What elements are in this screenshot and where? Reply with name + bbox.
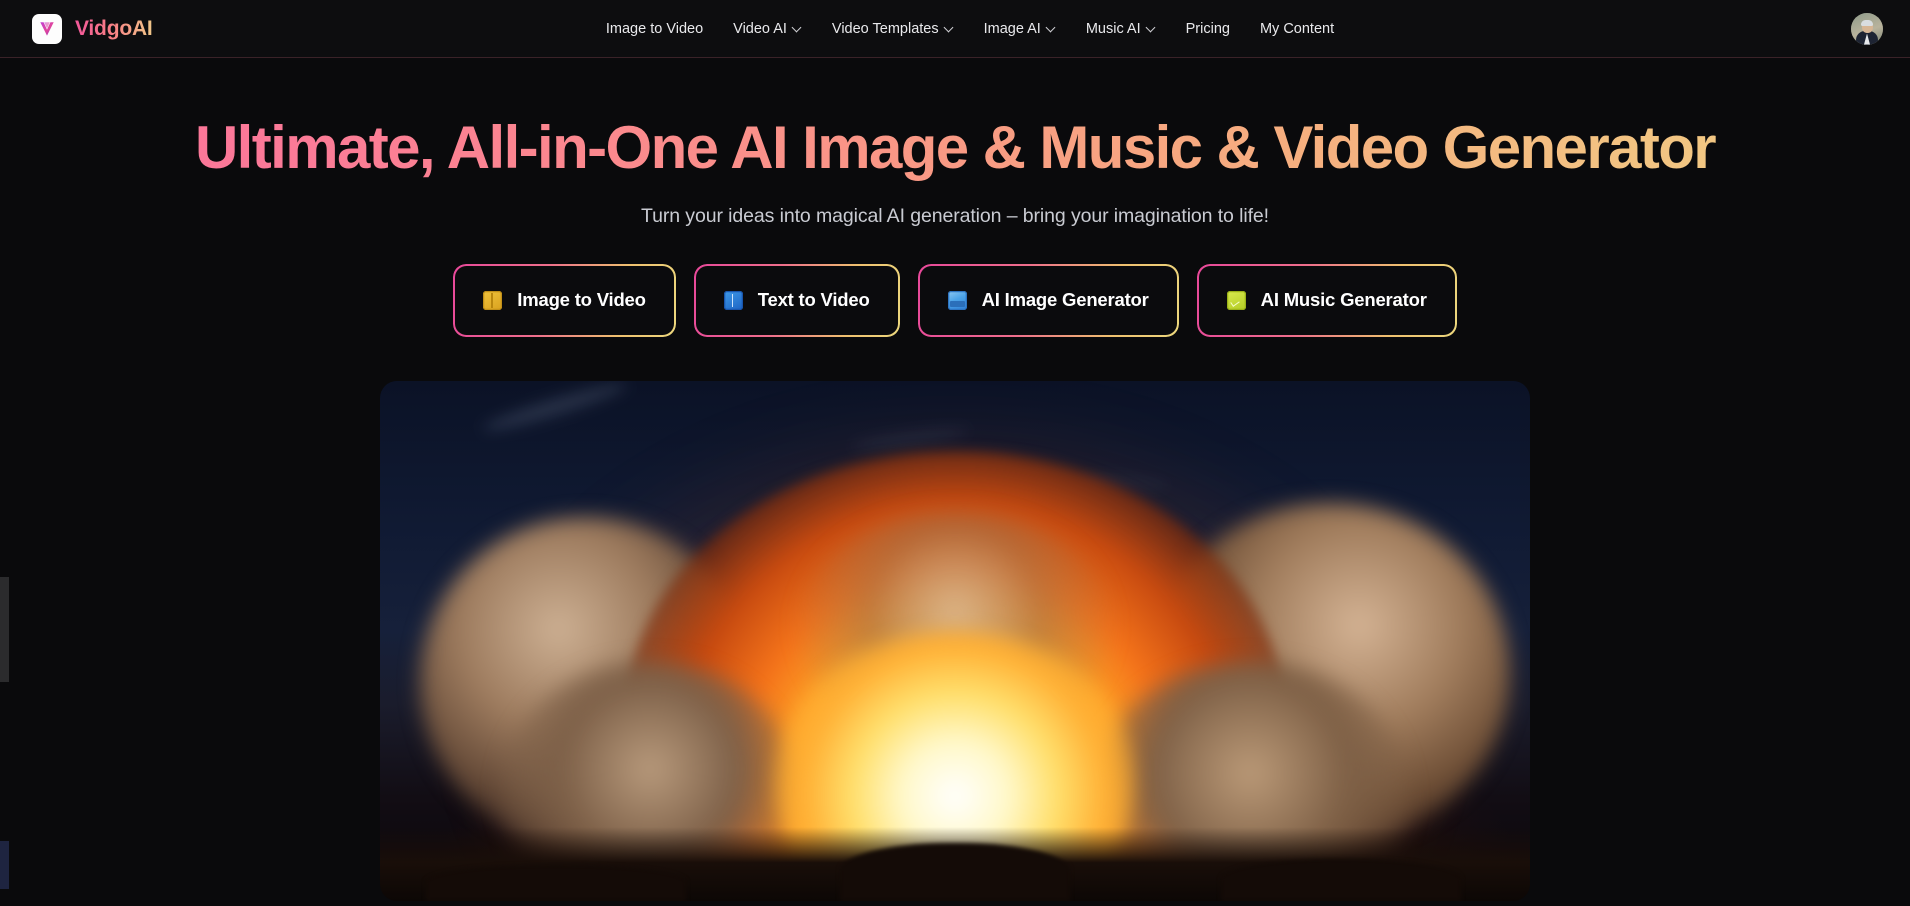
cta-label: Text to Video	[757, 289, 870, 311]
left-edge-panel-sliver-bottom	[0, 841, 9, 889]
chevron-down-icon	[1047, 23, 1056, 32]
v-logo-icon	[32, 13, 62, 44]
top-navigation-bar: VidgoAI Image to Video Video AI Video Te…	[0, 0, 1910, 58]
nav-item-image-ai[interactable]: Image AI	[984, 21, 1056, 37]
picture-frame-icon	[483, 290, 503, 310]
ridge-rock	[1221, 858, 1461, 901]
chevron-down-icon	[793, 23, 802, 32]
cta-image-to-video-button[interactable]: Image to Video	[453, 263, 676, 337]
nav-item-label: My Content	[1259, 20, 1335, 37]
nav-item-my-content[interactable]: My Content	[1260, 21, 1334, 37]
chevron-down-icon	[945, 23, 954, 32]
cta-text-to-video-button[interactable]: Text to Video	[693, 263, 900, 337]
nav-item-label: Pricing	[1185, 20, 1230, 37]
music-generator-icon	[1226, 290, 1246, 310]
nav-item-music-ai[interactable]: Music AI	[1086, 21, 1156, 37]
chevron-down-icon	[1147, 23, 1156, 32]
nav-item-label: Video Templates	[831, 20, 939, 37]
user-avatar[interactable]	[1851, 12, 1883, 45]
cta-label: Image to Video	[517, 289, 646, 311]
nav-item-label: Video AI	[733, 20, 787, 37]
nav-links: Image to Video Video AI Video Templates …	[576, 21, 1334, 37]
cta-button-row: Image to Video Text to Video AI Image Ge…	[0, 263, 1910, 337]
image-generator-icon	[947, 290, 967, 310]
nav-item-label: Image to Video	[605, 20, 704, 37]
page-title: Ultimate, All-in-One AI Image & Music & …	[0, 115, 1910, 181]
nav-item-label: Music AI	[1085, 20, 1141, 37]
ground-ridge	[380, 826, 1530, 901]
cta-ai-music-generator-button[interactable]: AI Music Generator	[1196, 263, 1457, 337]
nav-item-video-ai[interactable]: Video AI	[733, 21, 802, 37]
ridge-rock	[840, 842, 1070, 901]
nav-item-video-templates[interactable]: Video Templates	[832, 21, 954, 37]
nav-item-label: Image AI	[983, 20, 1041, 37]
hero-subtitle: Turn your ideas into magical AI generati…	[641, 204, 1269, 227]
hero-video-preview[interactable]	[380, 380, 1530, 901]
hero-section: Ultimate, All-in-One AI Image & Music & …	[0, 58, 1910, 901]
left-edge-panel-sliver-top	[0, 577, 9, 682]
nav-item-pricing[interactable]: Pricing	[1186, 21, 1230, 37]
cta-ai-image-generator-button[interactable]: AI Image Generator	[917, 263, 1179, 337]
nav-item-image-to-video[interactable]: Image to Video	[606, 21, 703, 37]
cta-label: AI Image Generator	[981, 289, 1149, 311]
brand-name: VidgoAI	[75, 16, 153, 40]
cta-label: AI Music Generator	[1260, 289, 1427, 311]
ridge-rock	[426, 864, 686, 901]
text-video-icon	[723, 290, 743, 310]
brand-logo[interactable]: VidgoAI	[32, 13, 153, 44]
